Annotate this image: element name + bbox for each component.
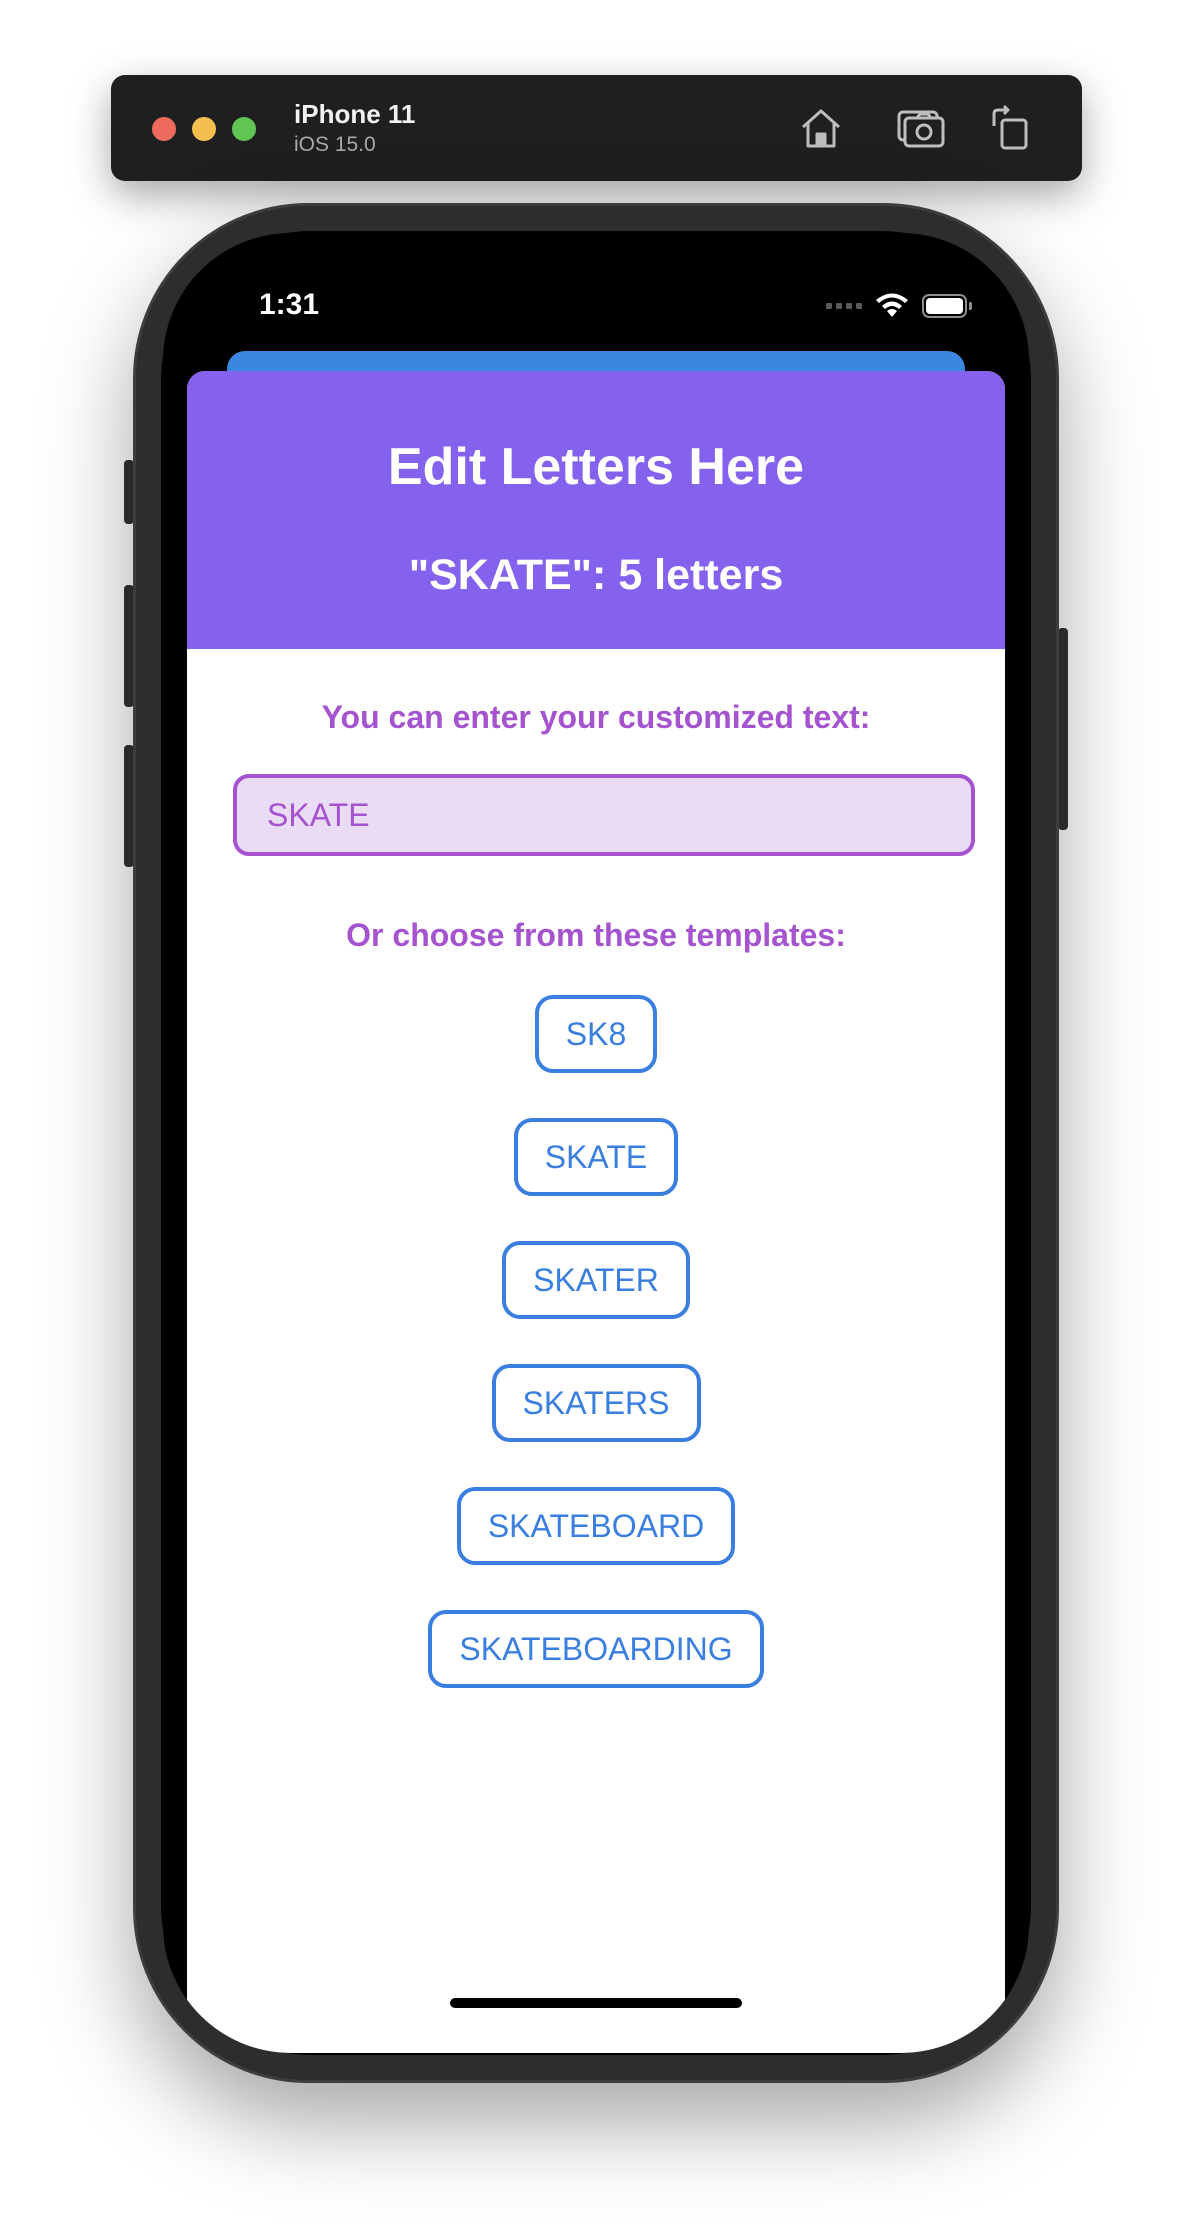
home-indicator[interactable] — [450, 1998, 742, 2008]
sheet-title: Edit Letters Here — [387, 438, 805, 496]
rotate-icon[interactable] — [986, 102, 1038, 154]
power-button — [1058, 628, 1068, 830]
template-button-skate[interactable]: SKATE — [513, 1118, 679, 1196]
template-button-skateboard[interactable]: SKATEBOARD — [456, 1487, 736, 1565]
wifi-icon — [874, 293, 910, 319]
template-button-skateboarding[interactable]: SKATEBOARDING — [428, 1610, 764, 1688]
custom-text-input[interactable] — [233, 774, 975, 856]
template-button-sk8[interactable]: SK8 — [534, 995, 658, 1073]
template-button-skater[interactable]: SKATER — [502, 1241, 690, 1319]
templates-prompt: Or choose from these templates: — [346, 917, 846, 953]
device-name: iPhone 11 — [294, 99, 416, 129]
sheet-header: Edit Letters Here "SKATE": 5 letters — [187, 371, 1005, 649]
custom-text-prompt: You can enter your customized text: — [321, 699, 871, 735]
status-icons — [826, 293, 972, 319]
template-button-skaters[interactable]: SKATERS — [491, 1364, 701, 1442]
phone-screen: 1:31 Edit Letters Here "SKATE": 5 letter… — [163, 233, 1029, 2053]
minimize-window-button[interactable] — [192, 117, 216, 141]
zoom-window-button[interactable] — [232, 117, 256, 141]
edit-letters-sheet: Edit Letters Here "SKATE": 5 letters You… — [187, 371, 1005, 2053]
cellular-signal-icon — [826, 303, 862, 309]
close-window-button[interactable] — [152, 117, 176, 141]
template-list: SK8 SKATE SKATER SKATERS SKATEBOARD SKAT… — [187, 995, 1005, 1688]
device-os-version: iOS 15.0 — [294, 133, 376, 156]
letter-count-subtitle: "SKATE": 5 letters — [408, 551, 784, 599]
battery-icon — [922, 294, 972, 318]
status-time: 1:31 — [259, 288, 320, 321]
screenshot-icon[interactable] — [895, 102, 947, 154]
home-icon[interactable] — [795, 102, 847, 154]
simulator-toolbar: iPhone 11 iOS 15.0 — [111, 75, 1082, 181]
